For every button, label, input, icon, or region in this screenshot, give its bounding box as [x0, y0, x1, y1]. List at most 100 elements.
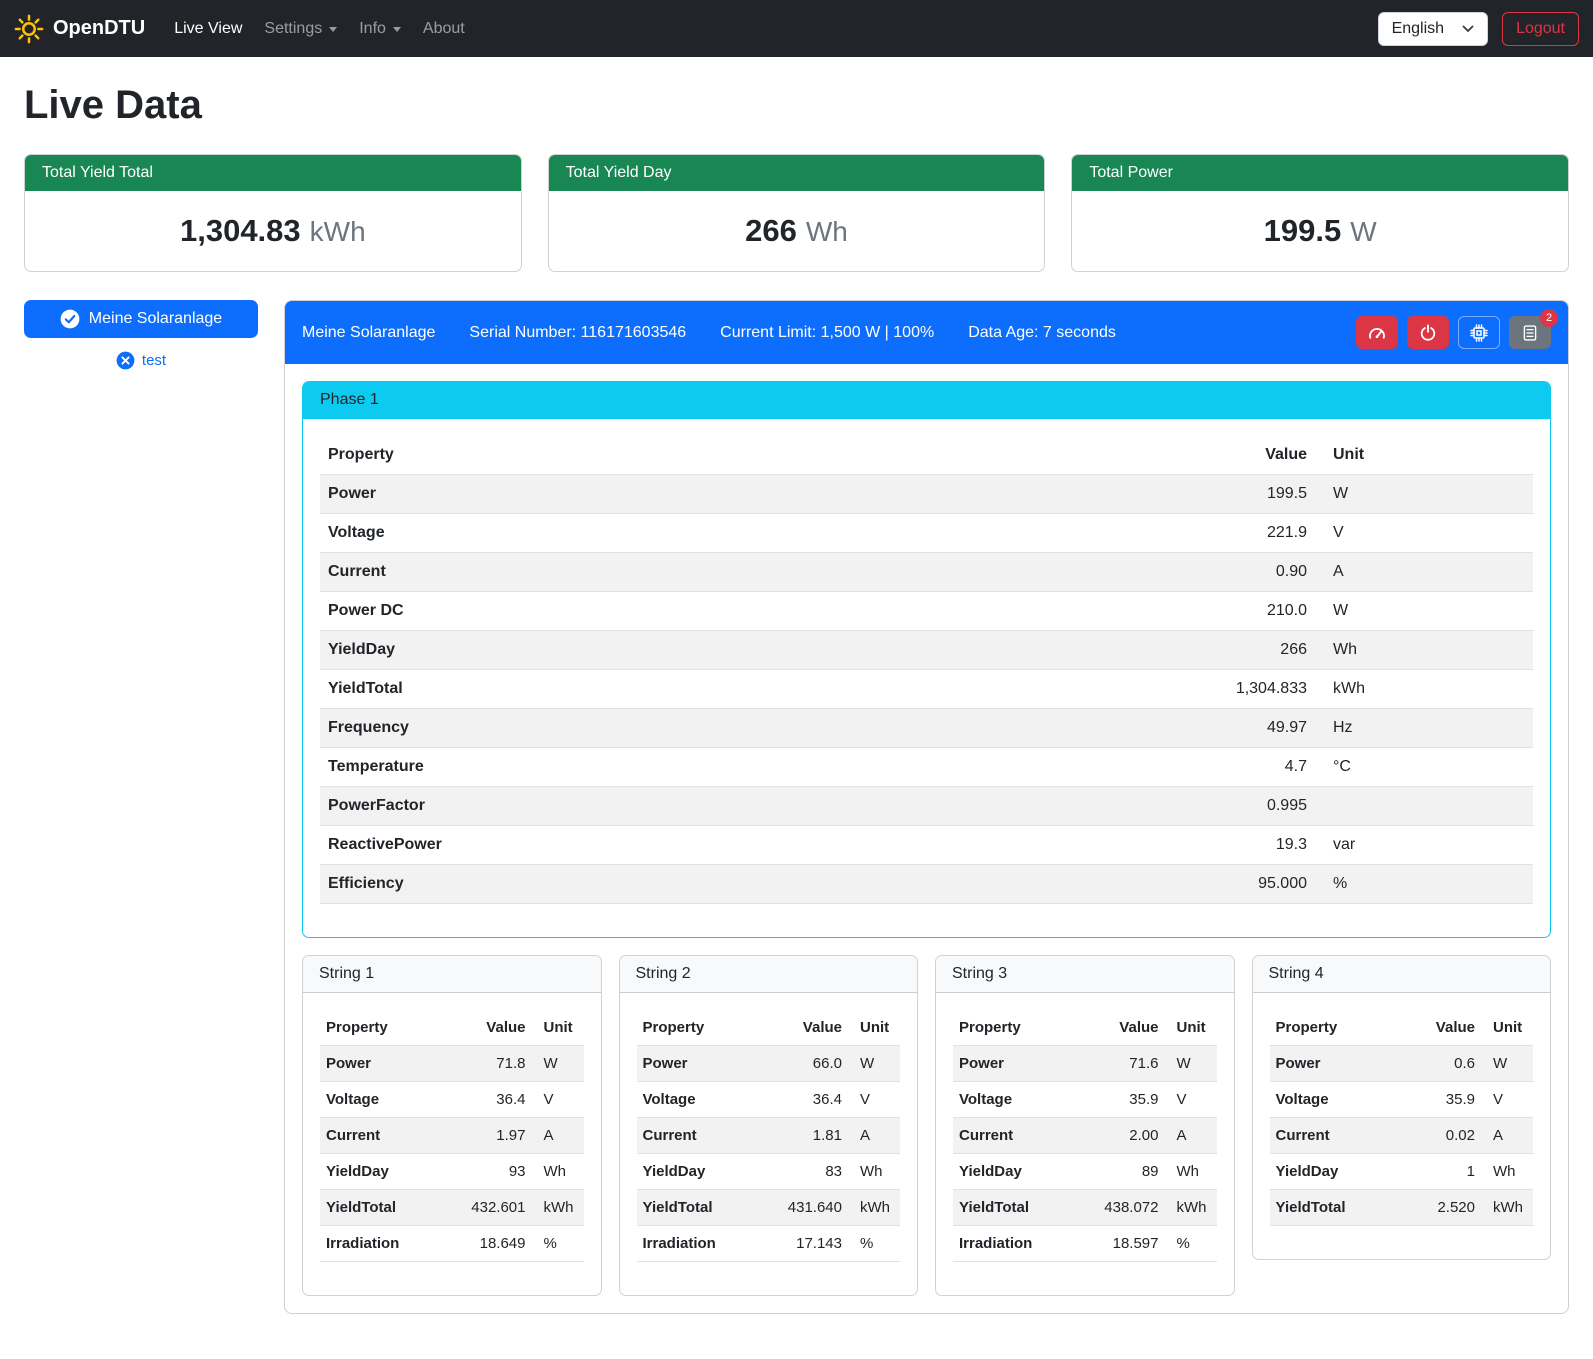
gauge-icon: [1367, 323, 1387, 343]
property-cell: Power: [320, 1046, 454, 1082]
unit-cell: A: [532, 1118, 584, 1154]
unit-cell: kWh: [848, 1190, 900, 1226]
unit-cell: kWh: [532, 1190, 584, 1226]
inverter-panel: Meine Solaranlage Serial Number: 1161716…: [284, 300, 1569, 1314]
value-cell: 89: [1087, 1154, 1165, 1190]
nav-item-label: Settings: [264, 20, 322, 38]
table-row: Efficiency95.000%: [320, 865, 1533, 904]
property-cell: Temperature: [320, 748, 1185, 787]
card-title: Total Yield Total: [25, 155, 521, 191]
main-content: Live Data Total Yield Total 1,304.83kWh …: [0, 57, 1593, 1340]
total-power-card: Total Power 199.5W: [1071, 154, 1569, 272]
card-title: Total Power: [1072, 155, 1568, 191]
table-row: Irradiation17.143%: [637, 1226, 901, 1262]
inverter-panel-header: Meine Solaranlage Serial Number: 1161716…: [285, 301, 1568, 364]
unit-cell: var: [1315, 826, 1533, 865]
unit-cell: A: [848, 1118, 900, 1154]
property-header: Property: [953, 1010, 1087, 1046]
check-circle-icon: [60, 309, 80, 329]
page-title: Live Data: [24, 83, 1569, 128]
logout-button[interactable]: Logout: [1502, 12, 1579, 46]
value-cell: 4.7: [1185, 748, 1315, 787]
unit-cell: Wh: [1481, 1154, 1533, 1190]
value-cell: 36.4: [770, 1082, 848, 1118]
inverter-name: Meine Solaranlage: [302, 324, 435, 342]
chevron-down-icon: [329, 27, 337, 32]
nav-item-about[interactable]: About: [412, 12, 476, 46]
inverter-select-button[interactable]: Meine Solaranlage: [24, 300, 258, 338]
unit-header: Unit: [1315, 436, 1533, 475]
property-cell: YieldDay: [320, 1154, 454, 1190]
unit-cell: Wh: [848, 1154, 900, 1190]
table-row: YieldTotal438.072kWh: [953, 1190, 1217, 1226]
summary-cards: Total Yield Total 1,304.83kWh Total Yiel…: [24, 154, 1569, 272]
inverter-item-test[interactable]: test: [24, 351, 258, 370]
value-cell: 93: [454, 1154, 532, 1190]
value-cell: 431.640: [770, 1190, 848, 1226]
unit-cell: W: [848, 1046, 900, 1082]
property-cell: Power: [320, 475, 1185, 514]
table-header-row: Property Value Unit: [1270, 1010, 1534, 1046]
event-log-button[interactable]: 2: [1509, 316, 1551, 349]
table-header-row: Property Value Unit: [637, 1010, 901, 1046]
value-header: Value: [1185, 436, 1315, 475]
inverter-limit: Current Limit: 1,500 W | 100%: [720, 324, 934, 342]
property-cell: Irradiation: [953, 1226, 1087, 1262]
table-row: Power199.5W: [320, 475, 1533, 514]
inverter-serial: Serial Number: 116171603546: [469, 324, 686, 342]
property-cell: Current: [320, 1118, 454, 1154]
property-cell: Power DC: [320, 592, 1185, 631]
language-select[interactable]: English: [1378, 12, 1488, 46]
property-cell: Efficiency: [320, 865, 1185, 904]
property-cell: Current: [320, 553, 1185, 592]
value-cell: 199.5: [1185, 475, 1315, 514]
table-row: YieldTotal2.520kWh: [1270, 1190, 1534, 1226]
property-cell: PowerFactor: [320, 787, 1185, 826]
power-icon: [1419, 324, 1437, 342]
property-header: Property: [1270, 1010, 1404, 1046]
value-header: Value: [1403, 1010, 1481, 1046]
value-header: Value: [454, 1010, 532, 1046]
nav-item-label: About: [423, 20, 465, 38]
card-value: 199.5W: [1072, 191, 1568, 271]
table-header-row: Property Value Unit: [320, 436, 1533, 475]
journal-icon: [1521, 324, 1539, 342]
unit-cell: A: [1165, 1118, 1217, 1154]
property-cell: YieldDay: [637, 1154, 771, 1190]
property-header: Property: [320, 1010, 454, 1046]
table-row: Current1.81A: [637, 1118, 901, 1154]
limit-settings-button[interactable]: [1356, 316, 1398, 349]
select-caret-icon: [1462, 25, 1474, 33]
value-cell: 1: [1403, 1154, 1481, 1190]
value-text: 199.5: [1264, 213, 1342, 248]
property-cell: YieldTotal: [1270, 1190, 1404, 1226]
device-info-button[interactable]: [1458, 316, 1500, 349]
unit-cell: kWh: [1165, 1190, 1217, 1226]
table-row: YieldDay89Wh: [953, 1154, 1217, 1190]
inverter-panel-body: Phase 1 Property Value Unit: [285, 364, 1568, 1313]
nav-item-info[interactable]: Info: [348, 12, 412, 46]
table-row: Power DC210.0W: [320, 592, 1533, 631]
power-control-button[interactable]: [1407, 316, 1449, 349]
unit-cell: %: [532, 1226, 584, 1262]
nav-item-live-view[interactable]: Live View: [163, 12, 253, 46]
brand[interactable]: OpenDTU: [14, 14, 145, 44]
string-table: Property Value Unit Power0.6W Voltage35.…: [1270, 1010, 1534, 1226]
property-cell: YieldTotal: [320, 670, 1185, 709]
value-cell: 83: [770, 1154, 848, 1190]
navbar-right: English Logout: [1378, 12, 1579, 46]
value-cell: 210.0: [1185, 592, 1315, 631]
unit-cell: W: [532, 1046, 584, 1082]
phase-card-body: Property Value Unit Power199.5W Voltage2…: [303, 419, 1550, 937]
property-cell: Voltage: [953, 1082, 1087, 1118]
unit-cell: kWh: [1481, 1190, 1533, 1226]
unit-cell: V: [1315, 514, 1533, 553]
table-row: Power71.6W: [953, 1046, 1217, 1082]
table-row: Voltage36.4V: [320, 1082, 584, 1118]
table-row: YieldDay266Wh: [320, 631, 1533, 670]
table-row: Voltage35.9V: [1270, 1082, 1534, 1118]
nav-item-settings[interactable]: Settings: [253, 12, 348, 46]
value-cell: 18.649: [454, 1226, 532, 1262]
unit-cell: W: [1165, 1046, 1217, 1082]
unit-cell: Wh: [1165, 1154, 1217, 1190]
